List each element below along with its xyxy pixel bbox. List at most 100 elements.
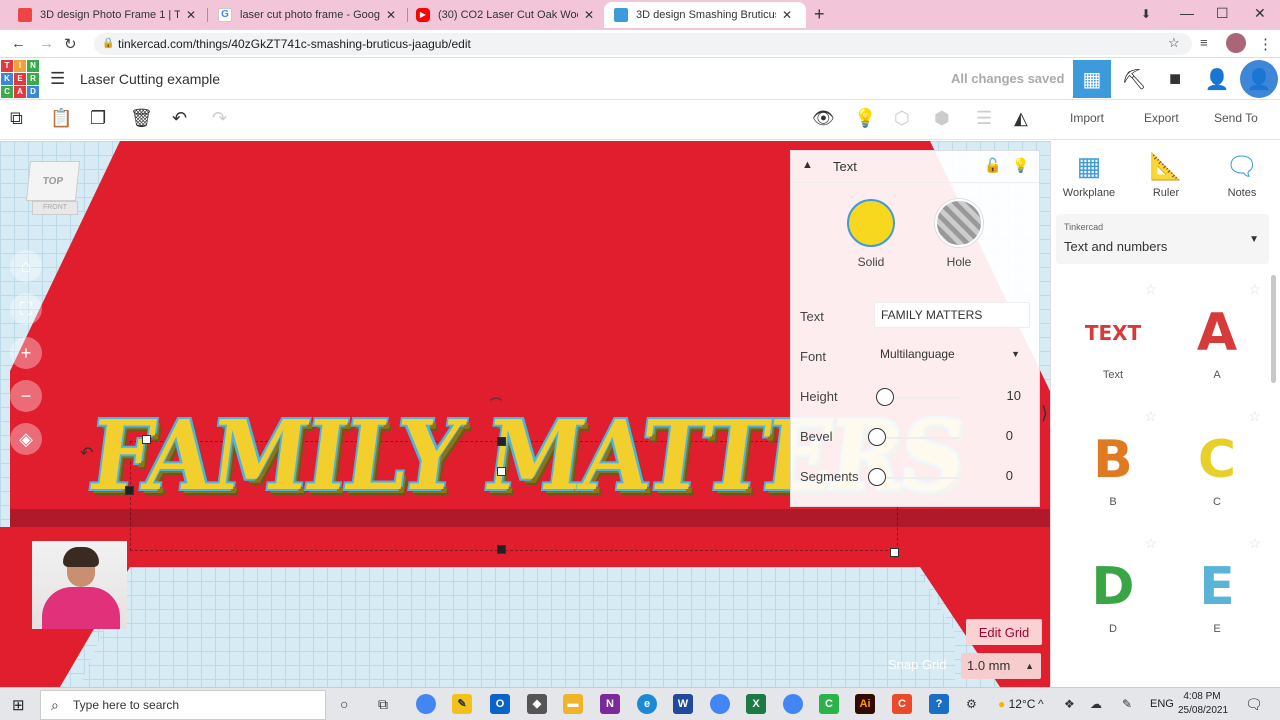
bookmark-star-icon[interactable]: ☆ <box>1168 35 1180 51</box>
clock[interactable]: 4:08 PM 25/08/2021 <box>1178 690 1228 718</box>
fit-view-icon[interactable]: ⛶ <box>10 293 42 325</box>
zoom-in-icon[interactable]: + <box>10 337 42 369</box>
height-handle[interactable] <box>497 467 506 476</box>
close-icon[interactable]: ✕ <box>386 8 396 22</box>
shape-text[interactable]: ☆ TEXT Text <box>1061 281 1165 401</box>
rotate-arrow-icon[interactable]: ↶ <box>80 443 93 463</box>
user-avatar[interactable]: 👤 <box>1240 60 1278 98</box>
redo-icon[interactable]: ↷ <box>212 108 227 129</box>
close-icon[interactable]: ✕ <box>186 8 196 22</box>
forward-icon[interactable]: → <box>39 35 54 52</box>
profile-avatar[interactable] <box>1226 33 1246 53</box>
browser-tab[interactable]: 3D design Photo Frame 1 | Tinkercad ✕ <box>8 2 206 28</box>
excel-icon[interactable]: X <box>746 694 766 714</box>
close-icon[interactable]: ✕ <box>782 8 792 22</box>
tinkercad-logo[interactable]: T I N K E R C A D <box>1 60 39 98</box>
solid-color-swatch[interactable] <box>847 199 895 247</box>
delete-icon[interactable]: 🗑 <box>130 108 153 129</box>
shape-c[interactable]: ☆ C C <box>1165 408 1269 528</box>
back-icon[interactable]: ← <box>11 35 26 52</box>
bricks-icon[interactable]: ■ <box>1156 60 1194 98</box>
language-indicator[interactable]: ENG <box>1150 698 1174 710</box>
rotate-handle-icon[interactable]: ⌒ <box>490 395 502 412</box>
height-value[interactable]: 10 <box>1007 388 1021 403</box>
file-explorer-icon[interactable]: ▬ <box>563 694 583 714</box>
close-icon[interactable]: ✕ <box>584 8 594 22</box>
import-button[interactable]: Import <box>1070 111 1104 125</box>
segments-slider-track[interactable] <box>885 477 959 479</box>
paste-icon[interactable]: 📋 <box>50 108 72 129</box>
notifications-icon[interactable]: 🗨 <box>1245 696 1263 713</box>
app-icon[interactable]: C <box>892 694 912 714</box>
camtasia-icon[interactable]: C <box>819 694 839 714</box>
lock-icon[interactable]: 🔓 <box>984 157 1001 174</box>
onenote-icon[interactable]: N <box>600 694 620 714</box>
cloud-icon[interactable]: ☁ <box>1090 697 1102 711</box>
notes-tool[interactable]: 🗨 Notes <box>1212 149 1272 199</box>
shape-d[interactable]: ☆ D D <box>1061 535 1165 655</box>
snap-grid-select[interactable]: 1.0 mm ▲ <box>961 653 1041 679</box>
resize-handle[interactable] <box>497 437 506 446</box>
resize-handle[interactable] <box>125 486 134 495</box>
light-bulb-icon[interactable]: 💡 <box>1012 157 1029 174</box>
task-view-icon[interactable]: ⧉ <box>378 696 388 713</box>
help-icon[interactable]: ? <box>929 694 949 714</box>
blocks-pickaxe-icon[interactable]: ⛏ <box>1115 60 1153 98</box>
browser-tab[interactable]: G laser cut photo frame - Google Search … <box>208 2 406 28</box>
chevron-right-icon[interactable]: ⟩ <box>1041 403 1048 424</box>
cortana-icon[interactable]: ○ <box>340 696 348 712</box>
favorite-star-icon[interactable]: ☆ <box>1144 535 1157 552</box>
app-icon[interactable]: ◆ <box>527 694 547 714</box>
edit-grid-button[interactable]: Edit Grid <box>966 619 1042 645</box>
browser-tab-active[interactable]: 3D design Smashing Bruticus-Jaagub ✕ <box>604 2 806 28</box>
taskbar-search-field[interactable]: ⌕ Type here to search <box>40 690 326 720</box>
view-cube[interactable]: TOP FRONT <box>25 161 81 219</box>
view-cube-top[interactable]: TOP <box>25 161 81 201</box>
chrome-icon[interactable] <box>710 694 730 714</box>
app-icon[interactable]: W <box>673 694 693 714</box>
light-bulb-icon[interactable]: 💡 <box>854 108 876 129</box>
reading-list-icon[interactable]: ≡ <box>1200 35 1208 50</box>
view-cube-front[interactable]: FRONT <box>32 201 78 215</box>
group-icon[interactable]: ⬡ <box>894 108 910 129</box>
add-user-icon[interactable]: 👤 <box>1198 60 1236 98</box>
3d-view-icon[interactable]: ▦ <box>1073 60 1111 98</box>
favorite-star-icon[interactable]: ☆ <box>1248 535 1261 552</box>
height-slider-knob[interactable] <box>876 388 894 406</box>
segments-value[interactable]: 0 <box>1006 468 1013 483</box>
illustrator-icon[interactable]: Ai <box>855 694 875 714</box>
copy-icon[interactable]: ⧉ <box>10 108 23 129</box>
collapse-icon[interactable]: ▲ <box>802 159 813 171</box>
tray-app-icon[interactable]: ❖ <box>1064 697 1075 711</box>
resize-handle[interactable] <box>890 548 899 557</box>
project-title[interactable]: Laser Cutting example <box>80 71 220 87</box>
send-to-button[interactable]: Send To <box>1214 111 1258 125</box>
undo-icon[interactable]: ↶ <box>172 108 187 129</box>
favorite-star-icon[interactable]: ☆ <box>1248 281 1261 298</box>
url-field[interactable]: 🔒 tinkercad.com/things/40zGkZT741c-smash… <box>94 33 1192 55</box>
browser-menu-icon[interactable]: ⋮ <box>1258 35 1273 53</box>
outlook-icon[interactable]: O <box>490 694 510 714</box>
pen-icon[interactable]: ✎ <box>1122 697 1132 711</box>
shape-b[interactable]: ☆ B B <box>1061 408 1165 528</box>
duplicate-icon[interactable]: ❐ <box>90 108 106 129</box>
home-view-icon[interactable]: ⌂ <box>10 250 42 282</box>
resize-handle[interactable] <box>142 435 151 444</box>
resize-handle[interactable] <box>497 545 506 554</box>
export-button[interactable]: Export <box>1144 111 1179 125</box>
bevel-slider-knob[interactable] <box>868 428 886 446</box>
favorite-star-icon[interactable]: ☆ <box>1144 281 1157 298</box>
favorite-star-icon[interactable]: ☆ <box>1144 408 1157 425</box>
chrome-icon[interactable] <box>783 694 803 714</box>
favorite-star-icon[interactable]: ☆ <box>1248 408 1261 425</box>
align-icon[interactable]: ☰ <box>976 108 992 129</box>
browser-tab[interactable]: ▶ (30) CO2 Laser Cut Oak Wood Picture ✕ <box>406 2 604 28</box>
weather-widget[interactable]: ● 12°C <box>998 697 1035 711</box>
ungroup-icon[interactable]: ⬢ <box>934 108 950 129</box>
settings-icon[interactable]: ⚙ <box>966 697 977 711</box>
bevel-slider-track[interactable] <box>885 437 959 439</box>
shape-a[interactable]: ☆ A A <box>1165 281 1269 401</box>
perspective-icon[interactable]: ◈ <box>10 423 42 455</box>
segments-slider-knob[interactable] <box>868 468 886 486</box>
tab-search-icon[interactable]: ⬇ <box>1141 7 1151 21</box>
